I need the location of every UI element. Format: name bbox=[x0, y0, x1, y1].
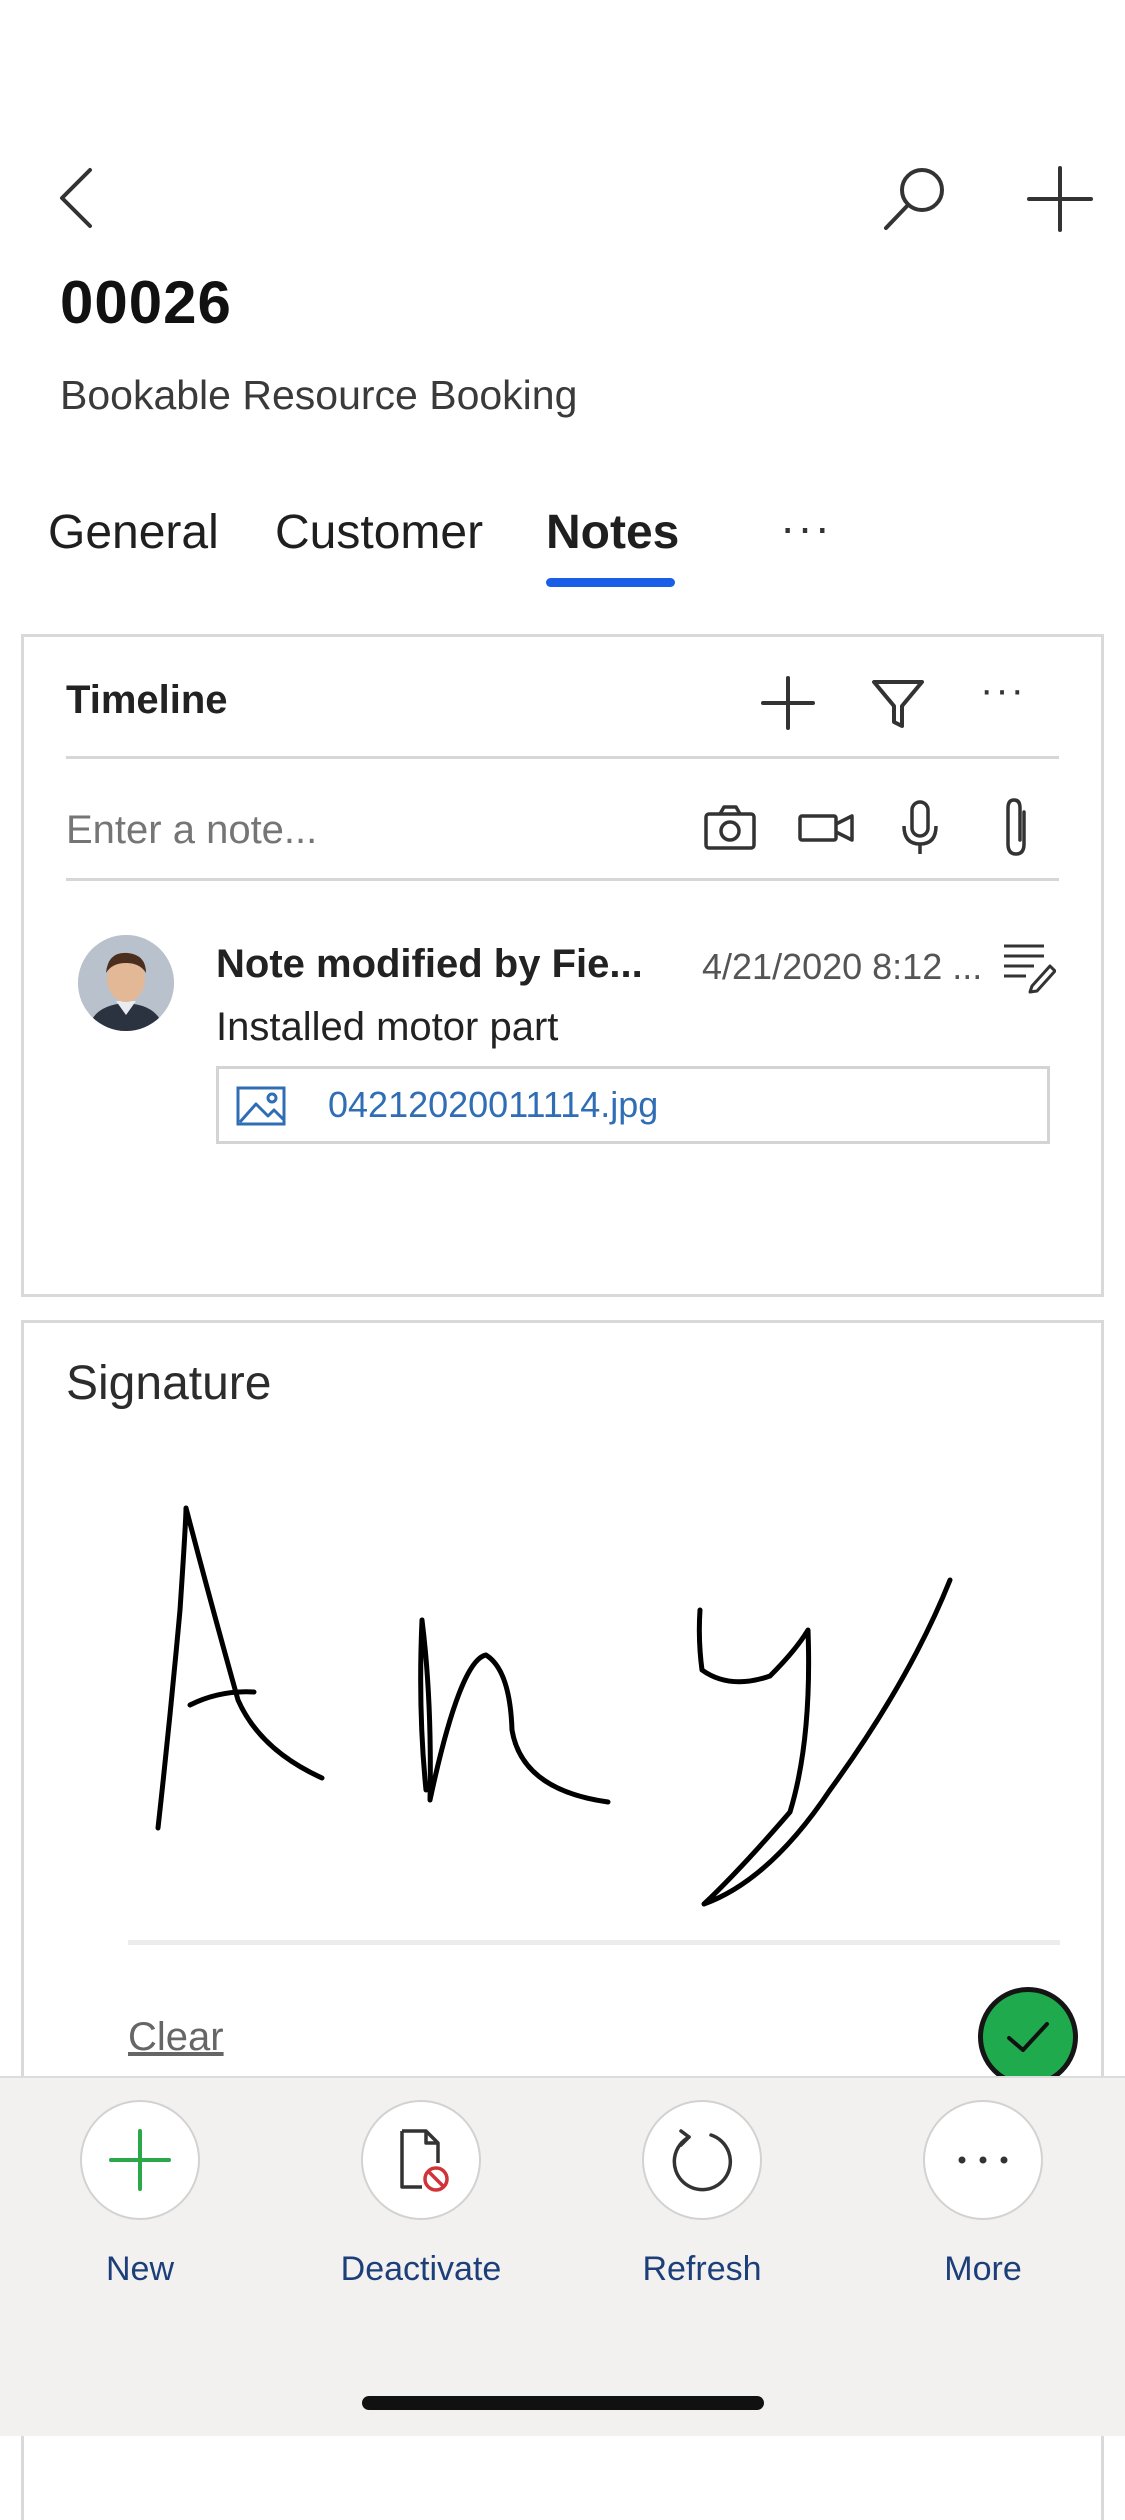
timeline-title: Timeline bbox=[66, 678, 228, 722]
note-input[interactable] bbox=[66, 808, 666, 853]
clear-signature-button[interactable]: Clear bbox=[128, 2015, 224, 2060]
avatar bbox=[78, 935, 174, 1031]
divider bbox=[66, 756, 1059, 759]
note-timestamp: 4/21/2020 8:12 ... bbox=[702, 946, 983, 987]
note-edit-button[interactable] bbox=[1000, 936, 1056, 996]
home-indicator[interactable] bbox=[362, 2396, 764, 2410]
video-button[interactable] bbox=[796, 792, 856, 862]
more-icon bbox=[958, 2156, 1008, 2164]
attach-button[interactable] bbox=[988, 792, 1048, 862]
refresh-icon bbox=[672, 2129, 733, 2192]
page-subtitle: Bookable Resource Booking bbox=[60, 372, 578, 418]
tab-general[interactable]: General bbox=[48, 505, 219, 560]
add-button[interactable] bbox=[1020, 160, 1100, 240]
add-icon bbox=[1027, 166, 1093, 232]
timeline-more-button[interactable]: ··· bbox=[980, 668, 1026, 713]
new-command-label: New bbox=[105, 2250, 175, 2288]
back-button[interactable] bbox=[50, 160, 110, 240]
note-title[interactable]: Note modified by Fie... bbox=[216, 942, 643, 987]
checkmark-icon bbox=[1007, 2022, 1049, 2052]
more-command-button[interactable] bbox=[923, 2100, 1043, 2220]
signature-baseline bbox=[128, 1940, 1060, 1945]
note-edit-icon bbox=[1004, 944, 1056, 994]
timeline-add-button[interactable] bbox=[758, 668, 818, 738]
deactivate-icon bbox=[400, 2129, 449, 2192]
deactivate-command-label: Deactivate bbox=[340, 2250, 502, 2288]
timeline-filter-button[interactable] bbox=[868, 668, 928, 738]
plus-icon bbox=[109, 2129, 171, 2191]
camera-button[interactable] bbox=[700, 792, 760, 862]
handwritten-signature-icon bbox=[155, 1505, 953, 1907]
back-chevron-icon bbox=[60, 168, 92, 228]
page-title: 00026 bbox=[60, 269, 232, 336]
search-button[interactable] bbox=[880, 160, 950, 240]
tab-notes[interactable]: Notes bbox=[546, 505, 679, 560]
filter-icon bbox=[872, 680, 924, 728]
camera-icon bbox=[704, 805, 756, 850]
signature-label: Signature bbox=[66, 1357, 272, 1410]
tab-customer[interactable]: Customer bbox=[275, 505, 483, 560]
deactivate-command-button[interactable] bbox=[361, 2100, 481, 2220]
microphone-button[interactable] bbox=[890, 792, 950, 862]
refresh-command-button[interactable] bbox=[642, 2100, 762, 2220]
refresh-command-label: Refresh bbox=[642, 2250, 762, 2288]
note-body: Installed motor part bbox=[216, 1005, 559, 1049]
plus-icon bbox=[761, 676, 815, 730]
divider bbox=[66, 878, 1059, 881]
more-command-label: More bbox=[944, 2250, 1022, 2288]
image-icon bbox=[234, 1082, 290, 1130]
user-photo-icon bbox=[78, 935, 174, 1031]
attachment-filename[interactable]: 04212020011114.jpg bbox=[328, 1084, 658, 1126]
signature-drawing[interactable] bbox=[130, 1480, 980, 1920]
microphone-icon bbox=[902, 800, 938, 854]
video-camera-icon bbox=[798, 814, 854, 842]
tabs-more-button[interactable]: ··· bbox=[780, 500, 832, 554]
new-command-button[interactable] bbox=[80, 2100, 200, 2220]
paperclip-icon bbox=[1006, 798, 1026, 856]
accept-signature-button[interactable] bbox=[978, 1987, 1078, 2087]
active-tab-indicator bbox=[546, 578, 675, 587]
search-icon bbox=[884, 168, 944, 230]
